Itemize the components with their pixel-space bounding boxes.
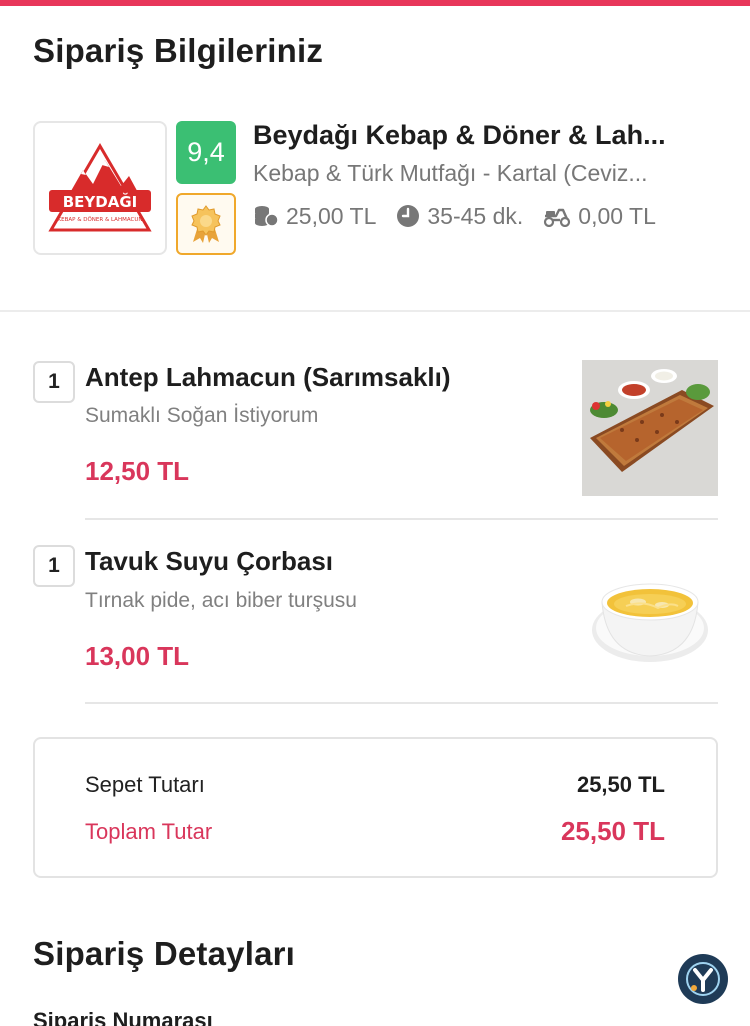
grand-total-value: 25,50 TL bbox=[560, 816, 665, 846]
item-price: 13,00 TL bbox=[85, 641, 190, 671]
item-price: 12,50 TL bbox=[85, 456, 190, 486]
item-quantity: 1 bbox=[33, 545, 75, 587]
order-number-label: Sipariş Numarası bbox=[33, 1008, 213, 1026]
award-badge-icon bbox=[191, 205, 221, 243]
restaurant-name[interactable]: Beydağı Kebap & Döner & Lah... bbox=[253, 120, 693, 151]
item-separator bbox=[85, 702, 718, 704]
soup-photo bbox=[592, 583, 708, 662]
item-note: Tırnak pide, acı biber turşusu bbox=[85, 589, 357, 612]
item-name: Antep Lahmacun (Sarımsaklı) bbox=[85, 362, 451, 392]
delivery-fee: 0,00 TL bbox=[543, 203, 656, 230]
order-details-title: Sipariş Detayları bbox=[33, 935, 296, 972]
logo-subtext: KEBAP & DÖNER & LAHMACUN bbox=[58, 216, 143, 223]
watermark-icon bbox=[686, 962, 720, 996]
delivery-fee-value: 0,00 TL bbox=[578, 202, 656, 229]
award-badge bbox=[176, 193, 236, 255]
section-divider bbox=[0, 310, 750, 312]
order-info-title: Sipariş Bilgileriniz bbox=[33, 32, 324, 69]
watermark-logo bbox=[678, 954, 728, 1004]
rating-badge: 9,4 bbox=[176, 121, 236, 184]
delivery-time: 35-45 dk. bbox=[396, 203, 523, 230]
logo-wordmark: BEYDAĞI bbox=[63, 192, 138, 211]
clock-icon bbox=[397, 205, 420, 227]
scooter-icon bbox=[544, 208, 571, 227]
min-order: 25,00 TL bbox=[253, 203, 376, 230]
coins-icon bbox=[255, 206, 279, 227]
min-order-value: 25,00 TL bbox=[286, 202, 377, 229]
item-separator bbox=[85, 518, 718, 520]
lahmacun-image bbox=[582, 360, 718, 496]
item-name: Tavuk Suyu Çorbası bbox=[85, 546, 334, 576]
restaurant-logo[interactable]: BEYDAĞI KEBAP & DÖNER & LAHMACUN bbox=[33, 121, 167, 255]
restaurant-meta: 25,00 TL 35-45 dk. 0,00 TL bbox=[253, 202, 676, 230]
item-quantity: 1 bbox=[33, 361, 75, 403]
lahmacun-photo bbox=[582, 360, 718, 496]
top-accent-bar bbox=[0, 0, 750, 6]
basket-total-value: 25,50 TL bbox=[576, 772, 665, 797]
grand-total-label: Toplam Tutar bbox=[85, 819, 213, 844]
order-summary: Sepet Tutarı 25,50 TL Toplam Tutar 25,50… bbox=[33, 737, 718, 878]
restaurant-category: Kebap & Türk Mutfağı - Kartal (Ceviz... bbox=[253, 160, 648, 186]
soup-image bbox=[582, 544, 718, 680]
delivery-time-value: 35-45 dk. bbox=[427, 202, 524, 229]
item-note: Sumaklı Soğan İstiyorum bbox=[85, 404, 319, 427]
beydagi-logo-icon: BEYDAĞI KEBAP & DÖNER & LAHMACUN bbox=[48, 143, 152, 232]
basket-total-label: Sepet Tutarı bbox=[85, 772, 205, 797]
